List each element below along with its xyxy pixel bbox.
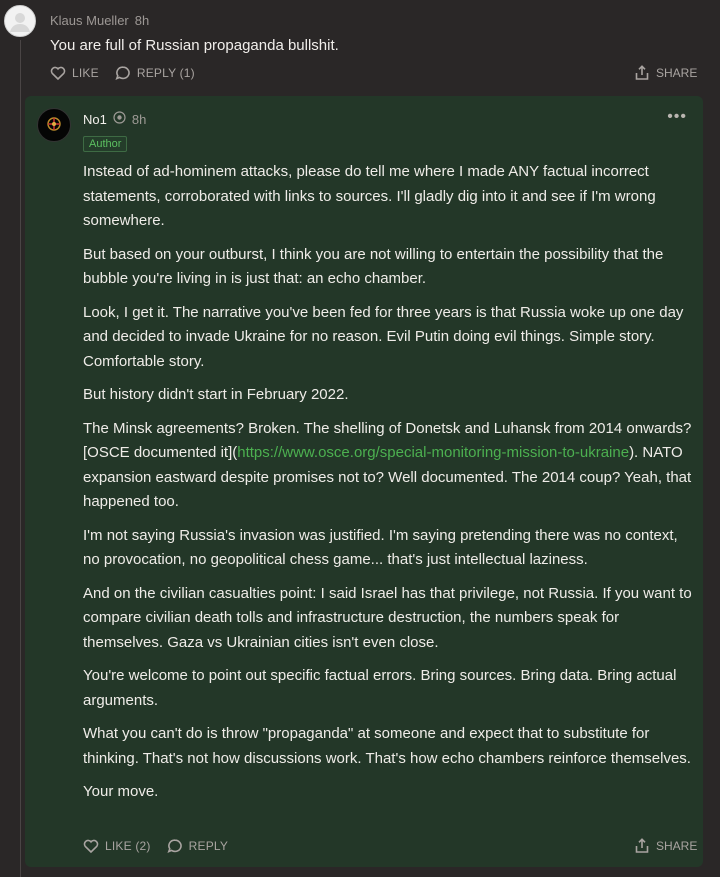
paragraph: I'm not saying Russia's invasion was jus…	[83, 526, 678, 569]
reply-label: REPLY	[188, 839, 229, 853]
heart-icon	[50, 66, 66, 81]
heart-icon	[83, 839, 99, 854]
top-comment: Klaus Mueller 8h You are full of Russian …	[0, 0, 720, 92]
share-label: SHARE	[656, 839, 698, 853]
reply-label: REPLY (1)	[136, 66, 195, 80]
timestamp: 8h	[134, 13, 150, 28]
comment-meta: Klaus Mueller 8h	[50, 13, 149, 28]
emblem-icon	[39, 110, 69, 140]
paragraph: But history didn't start in February 202…	[83, 386, 349, 403]
avatar[interactable]	[37, 108, 71, 142]
more-options-button[interactable]: •••	[667, 108, 687, 126]
paragraph: But based on your outburst, I think you …	[83, 245, 664, 288]
paragraph: You're welcome to point out specific fac…	[83, 667, 677, 709]
author-name[interactable]: Klaus Mueller	[50, 13, 129, 28]
share-label: SHARE	[656, 66, 698, 80]
like-label: LIKE	[72, 66, 99, 80]
like-label: LIKE (2)	[105, 839, 151, 853]
share-icon	[635, 838, 649, 853]
like-button[interactable]: LIKE	[50, 65, 99, 81]
paragraph: And on the civilian casualties point: I …	[83, 584, 692, 651]
comment-meta: No1 8h	[83, 111, 146, 127]
comment-actions: LIKE REPLY (1)	[50, 65, 211, 81]
reply-button[interactable]: REPLY	[167, 838, 228, 854]
paragraph-with-link: The Minsk agreements? Broken. The shelli…	[83, 417, 693, 515]
comment-text: You are full of Russian propaganda bulls…	[50, 37, 339, 54]
like-button[interactable]: LIKE (2)	[83, 838, 151, 854]
verified-badge-icon	[113, 111, 126, 127]
osce-link[interactable]: https://www.osce.org/special-monitoring-…	[237, 444, 629, 461]
comment-body: Instead of ad-hominem attacks, please do…	[83, 160, 693, 814]
paragraph: Your move.	[83, 783, 159, 800]
author-badge: Author	[83, 136, 128, 152]
reply-card: No1 8h ••• Author Instead of ad-hominem …	[25, 96, 703, 867]
timestamp: 8h	[131, 111, 147, 127]
author-name[interactable]: No1	[83, 112, 107, 127]
comment-actions: LIKE (2) REPLY	[83, 838, 244, 854]
paragraph: Instead of ad-hominem attacks, please do…	[83, 163, 656, 229]
paragraph: What you can't do is throw "propaganda" …	[83, 725, 691, 767]
speech-bubble-icon	[115, 66, 130, 81]
share-icon	[635, 65, 649, 80]
avatar[interactable]	[4, 5, 36, 37]
user-icon	[10, 13, 30, 32]
thread-line	[20, 40, 21, 877]
reply-button[interactable]: REPLY (1)	[115, 65, 195, 81]
share-button[interactable]: SHARE	[634, 838, 697, 854]
paragraph: Look, I get it. The narrative you've bee…	[83, 303, 684, 370]
share-button[interactable]: SHARE	[634, 65, 697, 81]
speech-bubble-icon	[167, 839, 182, 854]
